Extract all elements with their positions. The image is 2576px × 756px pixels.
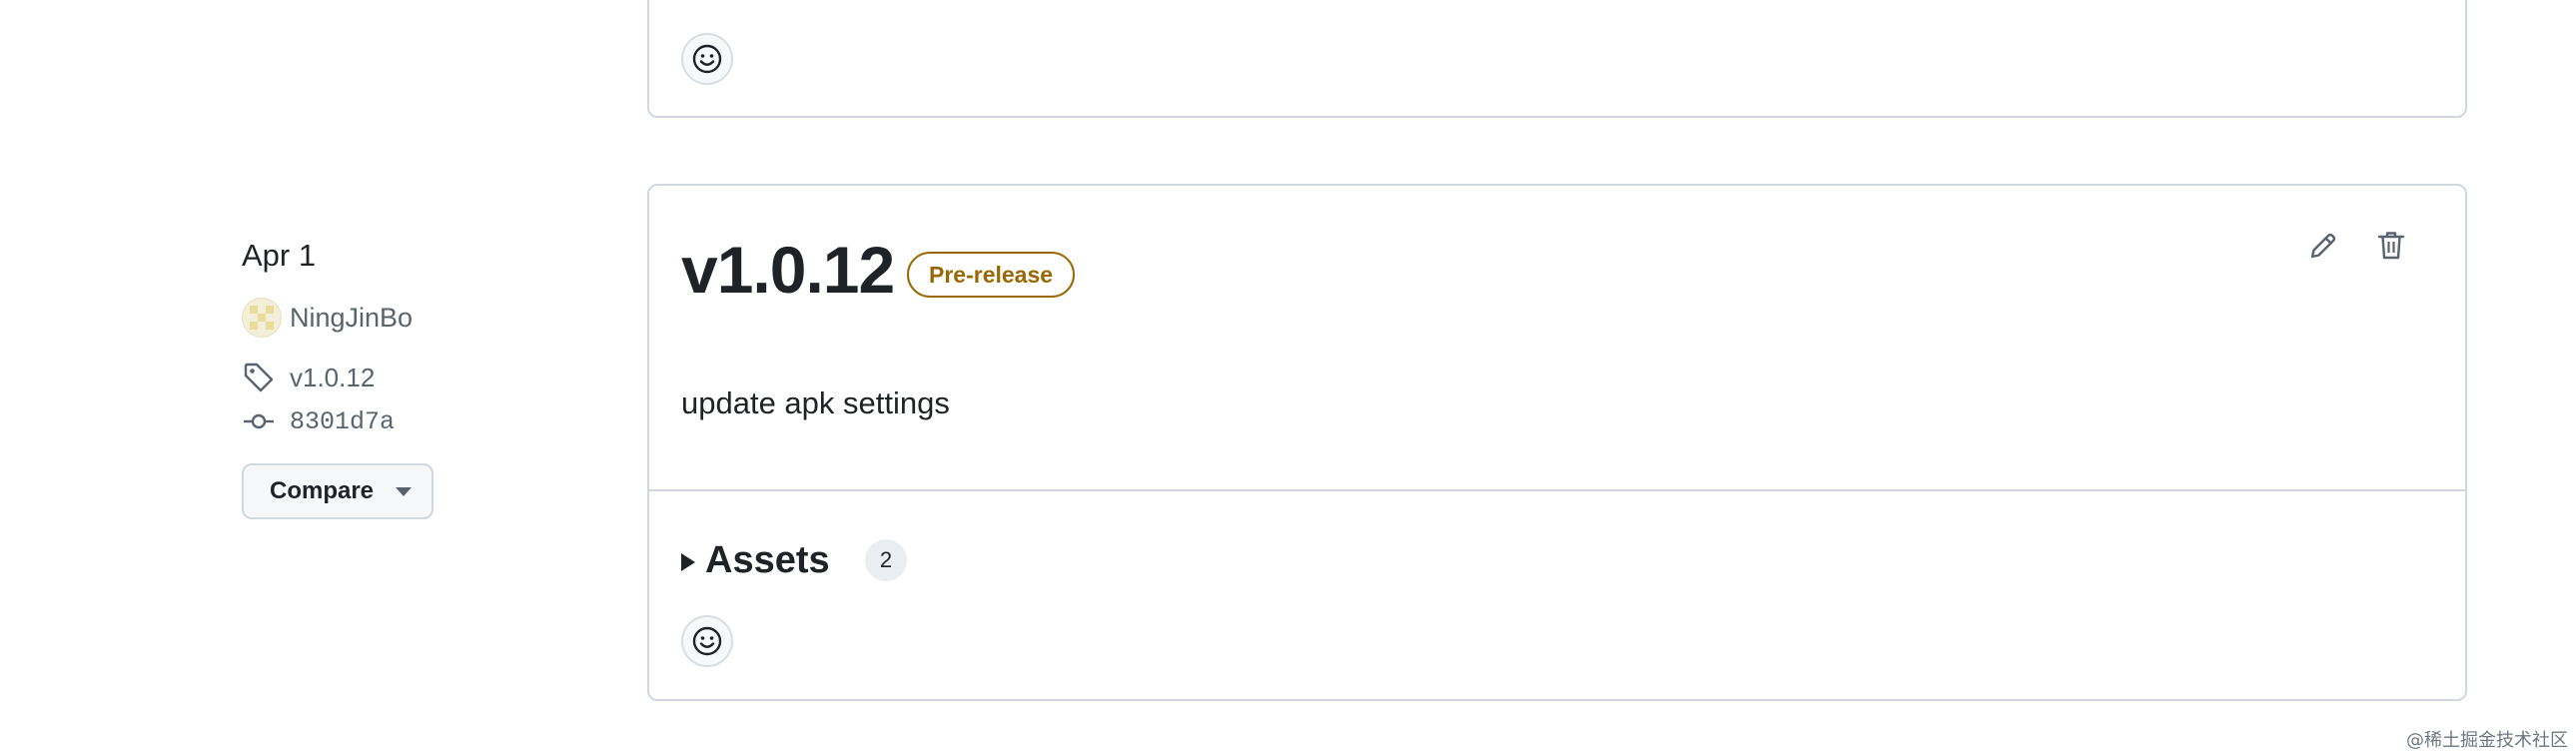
release-commit[interactable]: 8301d7a (242, 401, 561, 441)
compare-label: Compare (270, 477, 375, 504)
release-metadata: Apr 1 NingJinBo v1.0.12 8301d7a Compare (242, 236, 561, 519)
prerelease-badge: Pre-release (907, 252, 1076, 298)
chevron-down-icon (396, 486, 413, 496)
compare-button[interactable]: Compare (242, 463, 433, 519)
edit-release-button[interactable] (2299, 222, 2347, 270)
watermark: @稀土掘金技术社区 (2406, 730, 2568, 751)
release-body: v1.0.12 Pre-release update apk settings (649, 186, 2465, 491)
git-commit-icon (242, 404, 276, 438)
assets-count-badge: 2 (865, 539, 907, 581)
pencil-icon (2310, 233, 2336, 259)
smiley-icon (692, 626, 722, 656)
release-title[interactable]: v1.0.12 (681, 230, 895, 310)
tag-icon (242, 361, 276, 394)
smiley-icon (692, 44, 722, 74)
previous-release-card (647, 0, 2467, 118)
release-card: v1.0.12 Pre-release update apk settings … (647, 184, 2467, 701)
release-date: Apr 1 (242, 238, 317, 273)
release-tag[interactable]: v1.0.12 (242, 358, 561, 397)
release-notes: update apk settings (681, 385, 950, 420)
release-author[interactable]: NingJinBo (242, 296, 561, 340)
trash-icon (2377, 232, 2405, 260)
author-link[interactable]: NingJinBo (290, 303, 413, 334)
add-reaction-button[interactable] (681, 33, 733, 85)
commit-sha[interactable]: 8301d7a (290, 407, 395, 436)
assets-label: Assets (705, 538, 830, 581)
triangle-right-icon (681, 553, 695, 571)
add-reaction-button[interactable] (681, 615, 733, 667)
avatar[interactable] (242, 298, 282, 338)
delete-release-button[interactable] (2367, 222, 2415, 270)
tag-label[interactable]: v1.0.12 (290, 363, 375, 393)
assets-toggle[interactable]: Assets (681, 535, 830, 585)
